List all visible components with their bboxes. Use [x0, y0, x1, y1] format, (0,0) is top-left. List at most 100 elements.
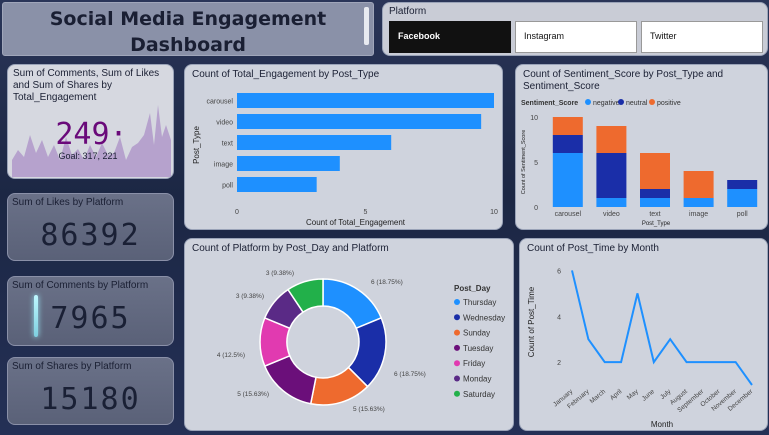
slicer-option-facebook[interactable]: Facebook: [389, 21, 511, 53]
bar-segment: [640, 189, 670, 198]
bar-segment: [552, 153, 583, 207]
y-tick-label: 10: [530, 115, 538, 122]
kpi-likes-value: 86392: [40, 218, 141, 253]
bar: [237, 177, 317, 192]
legend-marker: [585, 99, 591, 105]
bar-segment: [640, 153, 670, 189]
legend-label: Tuesday: [463, 344, 493, 353]
category-tick-label: video: [603, 211, 620, 218]
slice-data-label: 3 (9.38%): [236, 293, 264, 300]
bar-segment: [640, 198, 670, 207]
x-axis-label: Month: [651, 420, 673, 429]
y-axis-label: Count of Sentiment_Score: [521, 130, 527, 195]
slicer-option-instagram[interactable]: Instagram: [515, 21, 637, 53]
x-tick-label: June: [641, 388, 657, 403]
category-tick-label: text: [649, 211, 660, 218]
slicer-option-twitter[interactable]: Twitter: [641, 21, 763, 53]
slicer-title: Platform: [389, 6, 427, 17]
bar-segment: [727, 180, 758, 189]
category-tick-label: image: [214, 162, 233, 169]
kpi-likes-card[interactable]: Sum of Likes by Platform 86392: [7, 193, 174, 261]
kpi-comments-title: Sum of Comments by Platform: [12, 280, 149, 291]
bar-segment: [683, 171, 714, 198]
bar-segment: [552, 117, 583, 135]
slice-data-label: 6 (18.75%): [394, 371, 426, 378]
line-series: [571, 270, 753, 386]
category-tick-label: carousel: [555, 211, 582, 218]
x-tick-label: March: [589, 388, 608, 405]
engagement-bar-card[interactable]: Count of Total_Engagement by Post_Type c…: [184, 64, 503, 230]
kpi-comments-value: 7965: [50, 301, 131, 336]
x-axis-label: Count of Total_Engagement: [306, 218, 406, 227]
page-title-line1: Social Media Engagement: [49, 8, 327, 30]
x-axis-label: Post_Type: [642, 221, 671, 227]
slice-data-label: 4 (12.5%): [217, 352, 245, 359]
x-tick-label: April: [609, 388, 624, 402]
donut-card[interactable]: Count of Platform by Post_Day and Platfo…: [184, 238, 514, 431]
engagement-bar-chart: carousel video text image poll 0 5 10 Count of T…: [192, 93, 498, 227]
category-tick-label: poll: [222, 183, 233, 190]
legend-label: Thursday: [463, 298, 496, 307]
y-tick-label: 2: [557, 360, 561, 367]
y-tick-label: 5: [534, 160, 538, 167]
legend-title: Post_Day: [454, 284, 491, 293]
kpi-shares-value: 15180: [40, 382, 141, 417]
kpi-comments-card[interactable]: Sum of Comments by Platform 7965: [7, 276, 174, 346]
legend-label: Friday: [463, 359, 485, 368]
category-tick-label: image: [689, 211, 708, 218]
legend-marker: [454, 314, 460, 321]
legend-marker: [454, 375, 460, 382]
legend-label: neutral: [626, 100, 648, 107]
legend-label: positive: [657, 100, 681, 107]
line-card[interactable]: Count of Post_Time by Month 2 4 6 January Fe…: [519, 238, 768, 431]
category-tick-label: poll: [737, 211, 748, 218]
slice-data-label: 3 (9.38%): [266, 270, 294, 277]
slice-data-label: 5 (15.63%): [353, 406, 385, 413]
y-tick-label: 6: [557, 268, 561, 275]
sentiment-bar-card[interactable]: Count of Sentiment_Score by Post_Type an…: [515, 64, 768, 230]
legend-label: Wednesday: [463, 313, 505, 322]
slicer-option-label: Instagram: [524, 31, 565, 41]
y-tick-label: 0: [534, 205, 538, 212]
line-chart: 246JanuaryFebruaryMarch April May June JulyA…: [527, 268, 755, 429]
legend-marker: [454, 299, 460, 305]
kpi-shares-title: Sum of Shares by Platform: [12, 361, 132, 372]
x-tick-label: 5: [364, 209, 368, 216]
y-axis-label: Count of Post_Time: [527, 286, 536, 357]
bar-segment: [552, 135, 583, 153]
page-title: Social Media Engagement Dashboard: [3, 6, 373, 58]
x-tick-label: 0: [235, 209, 239, 216]
kpi-goal: Goal: 317, 221: [58, 151, 118, 161]
platform-slicer: Platform Facebook Instagram Twitter: [382, 2, 768, 56]
legend-label: Sunday: [463, 329, 490, 338]
sentiment-bar-chart: Sentiment_Score negative neutral positive 0 5…: [521, 99, 758, 227]
category-tick-label: carousel: [207, 99, 234, 106]
y-axis-label: Post_Type: [192, 126, 201, 164]
legend-marker: [454, 390, 460, 397]
scroll-indicator: [364, 7, 369, 45]
legend-marker: [454, 360, 460, 367]
slice-data-label: 6 (18.75%): [371, 279, 403, 286]
bar-segment: [596, 198, 627, 207]
donut-chart: 6 (18.75%) 6 (18.75%) 5 (15.63%) 5 (15.63%)…: [217, 270, 505, 413]
x-tick-label: May: [626, 388, 640, 402]
bar-segment: [596, 126, 627, 153]
bar-segment: [683, 198, 714, 207]
header-panel: Social Media Engagement Dashboard: [2, 2, 374, 56]
legend-marker: [649, 99, 655, 105]
kpi-sparkline-value: 249·: [55, 117, 128, 152]
legend-label: Monday: [463, 375, 491, 384]
slicer-option-label: Twitter: [650, 31, 677, 41]
bar-segment: [596, 153, 627, 198]
bar: [237, 156, 340, 171]
bar-segment: [727, 189, 758, 207]
kpi-shares-card[interactable]: Sum of Shares by Platform 15180: [7, 357, 174, 425]
bar: [237, 135, 392, 150]
legend-title: Sentiment_Score: [521, 100, 578, 107]
y-tick-label: 4: [557, 314, 561, 321]
kpi-sparkline-card[interactable]: Sum of Comments, Sum of Likes and Sum of…: [7, 64, 174, 179]
bar: [237, 114, 482, 129]
legend-label: Saturday: [463, 390, 495, 399]
category-tick-label: text: [222, 141, 233, 148]
slicer-option-label: Facebook: [398, 31, 441, 41]
